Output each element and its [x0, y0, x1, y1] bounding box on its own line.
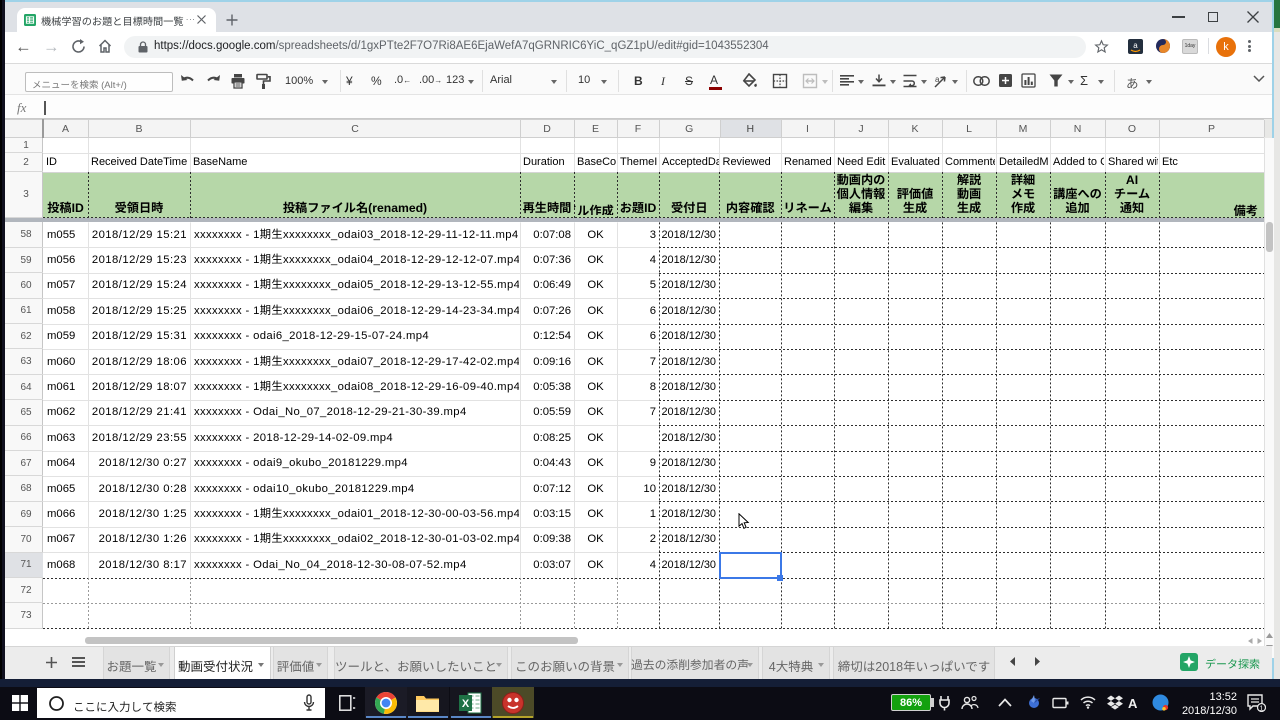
svg-text:1: 1 — [1259, 703, 1263, 712]
svg-text:X: X — [462, 698, 470, 710]
